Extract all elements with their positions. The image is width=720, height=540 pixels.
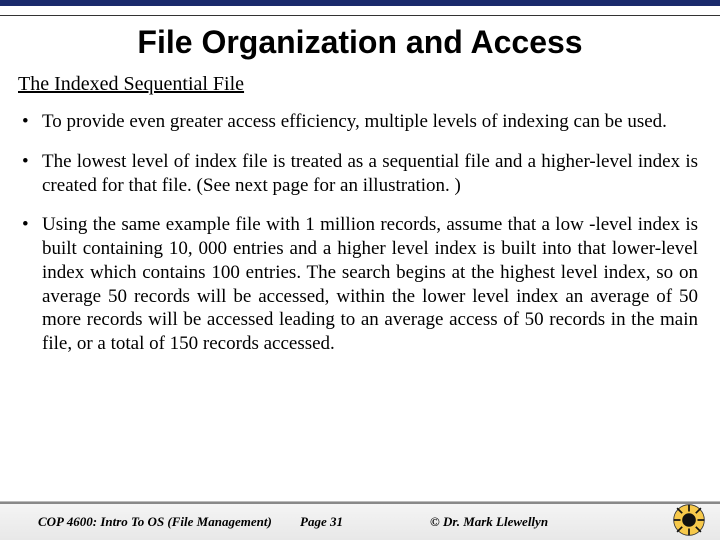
footer-author: © Dr. Mark Llewellyn [430,514,610,530]
bullet-list: To provide even greater access efficienc… [22,110,698,356]
top-divider [0,15,720,16]
slide-subheading: The Indexed Sequential File [0,69,720,104]
footer-page: Page 31 [300,514,430,530]
slide: File Organization and Access The Indexed… [0,0,720,540]
list-item: To provide even greater access efficienc… [22,110,698,134]
list-item: Using the same example file with 1 milli… [22,213,698,356]
list-item: The lowest level of index file is treate… [22,150,698,198]
footer: COP 4600: Intro To OS (File Management) … [0,502,720,540]
footer-course: COP 4600: Intro To OS (File Management) [0,514,300,530]
ucf-logo-icon [672,503,706,537]
content-area: To provide even greater access efficienc… [0,104,720,356]
